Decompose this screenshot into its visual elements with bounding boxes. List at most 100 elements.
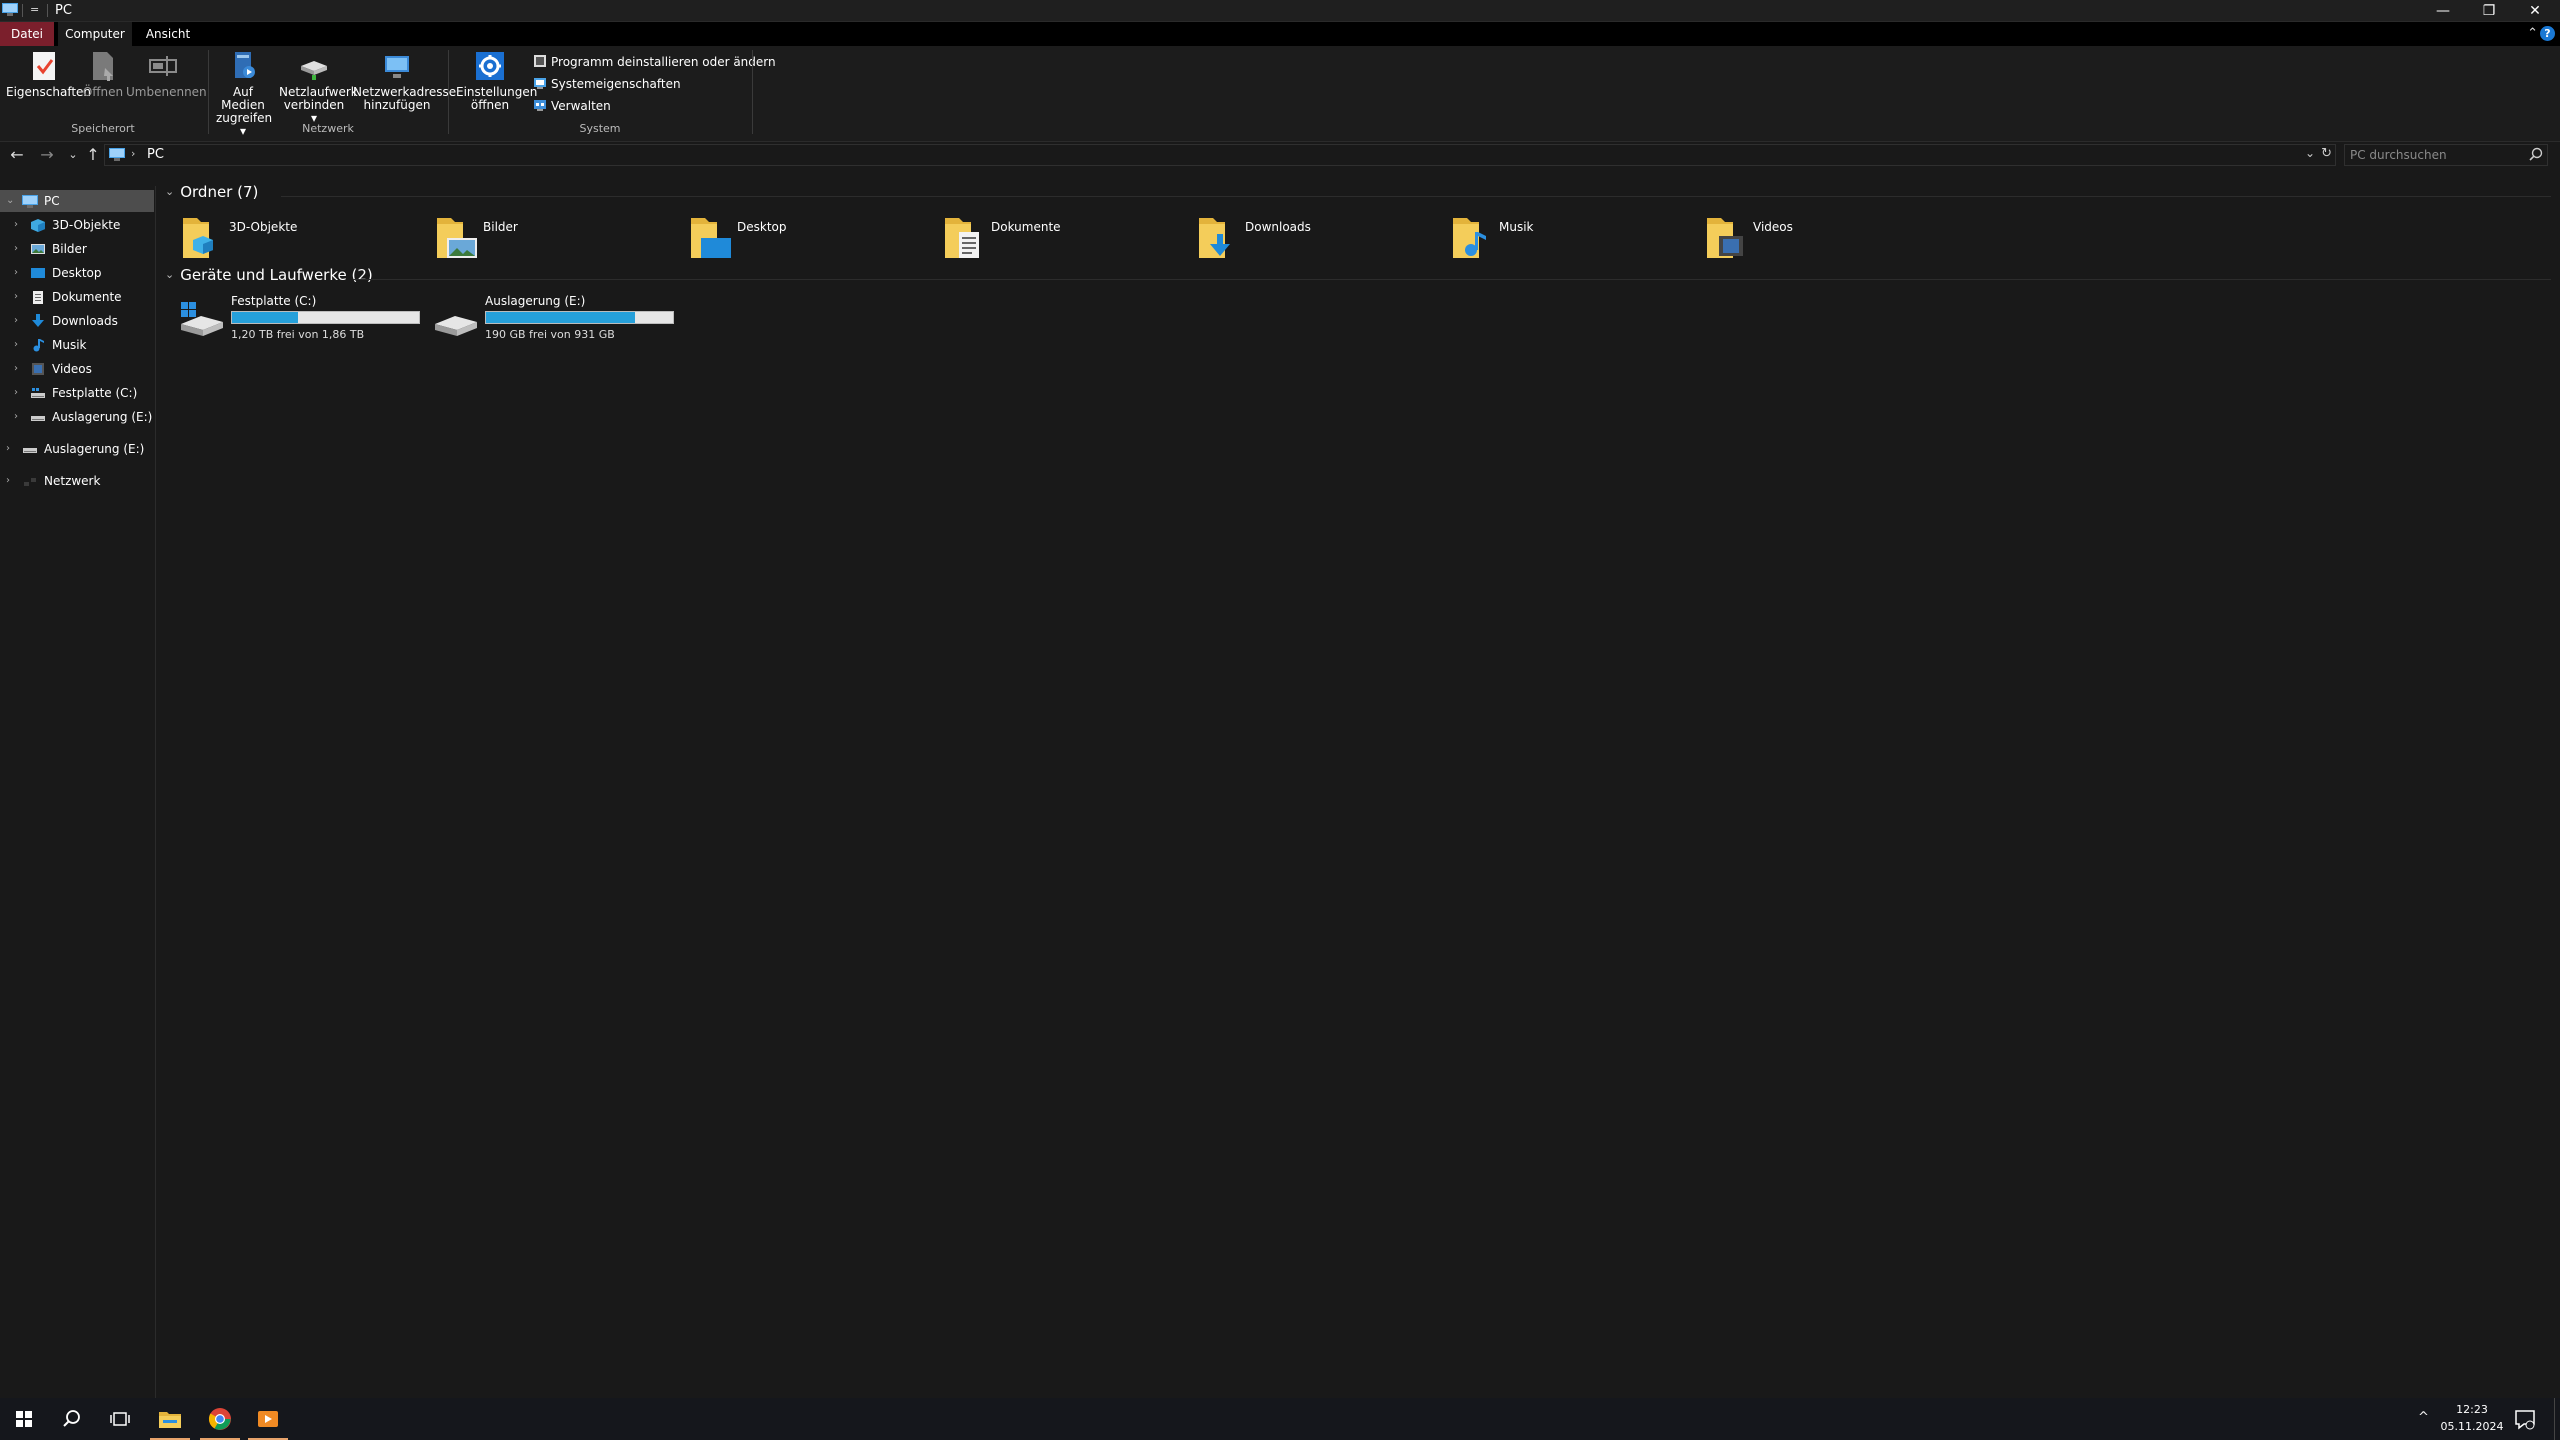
drive-tile-auslagerung-e[interactable]: Auslagerung (E:) 190 GB frei von 931 GB (433, 294, 683, 350)
address-bar[interactable]: › PC ⌄ ↻ (104, 144, 2336, 166)
tree-item-auslagerung-e-root[interactable]: › Auslagerung (E:) (0, 438, 154, 460)
expand-chevron-icon[interactable]: › (14, 214, 18, 236)
tree-item-videos[interactable]: › Videos (0, 358, 154, 380)
folder-tile-musik[interactable]: Musik (1451, 212, 1701, 266)
search-input[interactable] (2345, 145, 2525, 165)
tree-item-festplatte-c[interactable]: › Festplatte (C:) (0, 382, 154, 404)
systemeigenschaften-label: Systemeigenschaften (551, 77, 681, 91)
folder-tile-downloads[interactable]: Downloads (1197, 212, 1447, 266)
search-taskbar-button[interactable] (48, 1398, 96, 1440)
music-icon (33, 339, 44, 352)
search-box[interactable] (2344, 144, 2548, 166)
collapse-ribbon-icon[interactable]: ⌃ (2527, 26, 2538, 41)
recent-locations-chevron-icon[interactable]: ⌄ (62, 144, 84, 166)
taskbar: ^ 12:23 05.11.2024 (0, 1398, 2560, 1440)
minimize-button[interactable]: — (2420, 0, 2466, 22)
tree-item-auslagerung-e[interactable]: › Auslagerung (E:) (0, 406, 154, 428)
folder-tile-videos[interactable]: Videos (1705, 212, 1955, 266)
show-desktop-button[interactable] (2554, 1398, 2560, 1440)
help-icon[interactable]: ? (2540, 26, 2555, 41)
tree-item-musik[interactable]: › Musik (0, 334, 154, 356)
folders-group-header[interactable]: ⌄ Ordner (7) (165, 183, 258, 205)
expand-chevron-icon[interactable]: › (14, 238, 18, 260)
breadcrumb[interactable]: PC (147, 147, 164, 162)
programm-deinstallieren-label: Programm deinstallieren oder ändern (551, 55, 776, 69)
desktop-icon (31, 268, 45, 278)
close-button[interactable]: ✕ (2512, 0, 2558, 22)
media-player-taskbar-button[interactable] (244, 1398, 292, 1440)
action-center-icon[interactable] (2514, 1408, 2536, 1430)
quick-access-toolbar-dropdown[interactable]: = (30, 3, 39, 16)
group-collapse-chevron-icon[interactable]: ⌄ (165, 185, 174, 198)
folder-name: Downloads (1245, 220, 1311, 234)
tree-item-bilder[interactable]: › Bilder (0, 238, 154, 260)
expand-chevron-icon[interactable]: › (14, 310, 18, 332)
tree-item-label: Desktop (52, 266, 102, 280)
folder-tile-3d-objekte[interactable]: 3D-Objekte (181, 212, 431, 266)
tree-item-label: Festplatte (C:) (52, 386, 138, 400)
expand-chevron-icon[interactable]: › (14, 382, 18, 404)
tree-item-label: Auslagerung (E:) (44, 442, 145, 456)
tree-item-downloads[interactable]: › Downloads (0, 310, 154, 332)
einstellungen-oeffnen-label: Einstellungen öffnen (456, 85, 538, 112)
expand-chevron-icon[interactable]: › (14, 406, 18, 428)
file-explorer-taskbar-button[interactable] (146, 1398, 194, 1440)
task-view-button[interactable] (96, 1398, 144, 1440)
folder-tile-bilder[interactable]: Bilder (435, 212, 685, 266)
tree-item-pc[interactable]: ⌄ PC (0, 190, 154, 212)
folder-tile-dokumente[interactable]: Dokumente (943, 212, 1193, 266)
tab-ansicht[interactable]: Ansicht (136, 22, 200, 46)
netzlaufwerk-verbinden-button[interactable]: Netzlaufwerk verbinden ▾ (276, 50, 358, 125)
pc-icon (109, 148, 125, 161)
start-button[interactable] (0, 1398, 48, 1440)
tree-item-3d-objekte[interactable]: › 3D-Objekte (0, 214, 154, 236)
tree-item-label: Musik (52, 338, 87, 352)
tree-item-netzwerk[interactable]: › Netzwerk (0, 470, 154, 492)
expand-chevron-icon[interactable]: › (14, 262, 18, 284)
clock-time: 12:23 (2456, 1403, 2488, 1416)
search-icon[interactable] (2529, 147, 2543, 161)
drive-tile-festplatte-c[interactable]: Festplatte (C:) 1,20 TB frei von 1,86 TB (179, 294, 429, 350)
address-dropdown-icon[interactable]: ⌄ (2305, 146, 2315, 160)
group-divider (353, 279, 2551, 280)
expand-chevron-icon[interactable]: › (14, 334, 18, 356)
oeffnen-button[interactable]: Öffnen (82, 50, 124, 99)
programm-deinstallieren-button[interactable]: Programm deinstallieren oder ändern (533, 52, 776, 72)
expand-chevron-icon[interactable]: › (6, 470, 10, 492)
folder-tile-desktop[interactable]: Desktop (689, 212, 939, 266)
netzwerkadresse-hinzufuegen-button[interactable]: Netzwerkadresse hinzufügen (352, 50, 456, 112)
expand-chevron-icon[interactable]: › (6, 438, 10, 460)
clock[interactable]: 12:23 05.11.2024 (2424, 1401, 2520, 1435)
tree-item-desktop[interactable]: › Desktop (0, 262, 154, 284)
folder-name: Videos (1753, 220, 1793, 234)
umbenennen-button[interactable]: Umbenennen (126, 50, 207, 99)
quick-access-separator (47, 4, 48, 17)
pc-icon[interactable] (2, 3, 18, 16)
tree-item-label: Dokumente (52, 290, 122, 304)
drive-icon (435, 316, 477, 336)
refresh-icon[interactable]: ↻ (2321, 146, 2332, 161)
expand-chevron-icon[interactable]: ⌄ (6, 190, 14, 212)
pictures-folder-icon (437, 218, 477, 258)
expand-chevron-icon[interactable]: › (14, 286, 18, 308)
chrome-icon (208, 1408, 231, 1430)
group-collapse-chevron-icon[interactable]: ⌄ (165, 268, 174, 281)
drives-group-header[interactable]: ⌄ Geräte und Laufwerke (2) (165, 266, 373, 288)
maximize-button[interactable]: ❐ (2466, 0, 2512, 22)
systemeigenschaften-button[interactable]: Systemeigenschaften (533, 74, 681, 94)
back-arrow-icon[interactable]: ← (6, 144, 28, 166)
uninstall-program-icon (534, 55, 546, 67)
forward-arrow-icon[interactable]: → (36, 144, 58, 166)
search-icon (63, 1410, 80, 1427)
einstellungen-oeffnen-button[interactable]: Einstellungen öffnen (452, 50, 538, 112)
breadcrumb-chevron-icon[interactable]: › (131, 147, 135, 160)
up-arrow-icon[interactable]: ↑ (82, 144, 104, 166)
verwalten-button[interactable]: Verwalten (533, 96, 611, 116)
chrome-taskbar-button[interactable] (196, 1398, 244, 1440)
tab-datei[interactable]: Datei (0, 22, 54, 46)
expand-chevron-icon[interactable]: › (14, 358, 18, 380)
tree-item-dokumente[interactable]: › Dokumente (0, 286, 154, 308)
file-explorer-icon (159, 1412, 181, 1428)
tab-computer[interactable]: Computer (58, 22, 132, 46)
eigenschaften-button[interactable]: Eigenschaften (6, 50, 91, 99)
